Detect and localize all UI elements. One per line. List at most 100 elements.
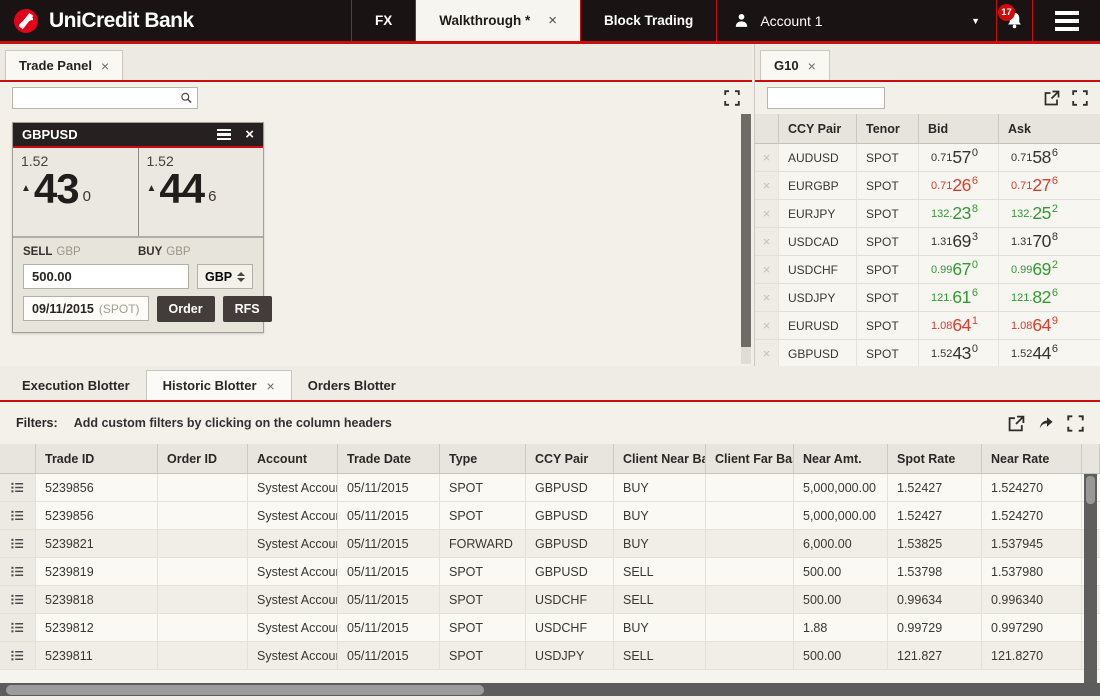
blotter-row[interactable]: 5239819Systest Account05/11/2015SPOTGBPU… xyxy=(0,558,1100,586)
search-input[interactable] xyxy=(768,88,935,108)
column-header-bid[interactable]: Bid xyxy=(919,114,999,143)
quote-row-usdchf[interactable]: ×USDCHFSPOT0.996700.99692 xyxy=(755,256,1100,284)
cell-ccy-pair: USDCHF xyxy=(526,614,614,641)
quote-row-eurgbp[interactable]: ×EURGBPSPOT0.712660.71276 xyxy=(755,172,1100,200)
column-header-order-id[interactable]: Order ID xyxy=(158,444,248,473)
order-button[interactable]: Order xyxy=(157,296,215,322)
blotter-horizontal-scrollbar[interactable] xyxy=(0,683,1100,696)
topbar-tab-fx[interactable]: FX xyxy=(352,0,416,41)
blotter-tab-historic-blotter[interactable]: Historic Blotter× xyxy=(146,370,292,400)
rfs-button[interactable]: RFS xyxy=(223,296,272,322)
ticket-close-icon[interactable]: × xyxy=(245,127,254,142)
trade-panel-scrollbar[interactable] xyxy=(741,114,751,364)
blotter-tabs: Execution BlotterHistoric Blotter×Orders… xyxy=(0,366,1100,402)
pop-out-icon[interactable] xyxy=(1008,415,1025,432)
scrollbar-thumb[interactable] xyxy=(1086,476,1095,504)
blotter-row[interactable]: 5239821Systest Account05/11/2015FORWARDG… xyxy=(0,530,1100,558)
tab-trade-panel[interactable]: Trade Panel × xyxy=(5,50,123,80)
remove-quote-button[interactable]: × xyxy=(755,228,779,255)
tab-g10[interactable]: G10 × xyxy=(760,50,830,80)
fullscreen-icon[interactable] xyxy=(724,90,740,106)
row-menu-button[interactable] xyxy=(0,558,36,585)
bid-fraction: 0 xyxy=(83,188,91,205)
column-header-client-far-base[interactable]: Client Far Base xyxy=(706,444,794,473)
row-menu-button[interactable] xyxy=(0,614,36,641)
remove-quote-button[interactable]: × xyxy=(755,172,779,199)
column-header-trade-id[interactable]: Trade ID xyxy=(36,444,158,473)
remove-quote-button[interactable]: × xyxy=(755,340,779,366)
row-menu-button[interactable] xyxy=(0,502,36,529)
currency-selector[interactable]: GBP xyxy=(197,264,253,289)
quote-row-gbpusd[interactable]: ×GBPUSDSPOT1.524301.52446 xyxy=(755,340,1100,366)
sell-price-tile[interactable]: 1.52 ▲ 43 0 xyxy=(13,148,138,236)
instrument-search[interactable] xyxy=(12,87,198,109)
g10-search[interactable] xyxy=(767,87,885,109)
stepper-icon[interactable] xyxy=(237,272,245,282)
column-header-account[interactable]: Account xyxy=(248,444,338,473)
chevron-down-icon[interactable]: ▼ xyxy=(971,16,980,26)
buy-price-tile[interactable]: 1.52 ▲ 44 6 xyxy=(138,148,264,236)
scrollbar-thumb[interactable] xyxy=(741,114,751,347)
quote-row-eurjpy[interactable]: ×EURJPYSPOT132.238132.252 xyxy=(755,200,1100,228)
remove-quote-button[interactable]: × xyxy=(755,284,779,311)
cell-order-id xyxy=(158,586,248,613)
column-header-trade-date[interactable]: Trade Date xyxy=(338,444,440,473)
account-menu[interactable]: Account 1 ▼ xyxy=(717,0,996,41)
amount-field[interactable] xyxy=(23,264,189,289)
pop-out-icon[interactable] xyxy=(1044,90,1060,106)
close-tab-icon[interactable]: × xyxy=(267,378,275,394)
cell-spot-rate: 121.827 xyxy=(888,642,982,669)
blotter-row[interactable]: 5239812Systest Account05/11/2015SPOTUSDC… xyxy=(0,614,1100,642)
value-date-field[interactable]: 09/11/2015 (SPOT) xyxy=(23,296,149,321)
column-header-near-amt[interactable]: Near Amt. xyxy=(794,444,888,473)
share-icon[interactable] xyxy=(1037,415,1055,431)
remove-quote-button[interactable]: × xyxy=(755,200,779,227)
column-header-ccy-pair[interactable]: CCY Pair xyxy=(526,444,614,473)
close-tab-icon[interactable]: × xyxy=(808,58,816,74)
column-header-ccy-pair[interactable]: CCY Pair xyxy=(779,114,857,143)
topbar-tab-walkthrough[interactable]: Walkthrough *× xyxy=(416,0,581,41)
notifications-button[interactable]: 17 xyxy=(996,0,1032,41)
cell-client-far-base xyxy=(706,530,794,557)
fullscreen-icon[interactable] xyxy=(1072,90,1088,106)
column-header-tenor[interactable]: Tenor xyxy=(857,114,919,143)
row-menu-button[interactable] xyxy=(0,586,36,613)
column-header-near-rate[interactable]: Near Rate xyxy=(982,444,1082,473)
menu-button[interactable] xyxy=(1032,0,1100,41)
ccy-pair-cell: USDCAD xyxy=(779,228,857,255)
cell-ccy-pair: GBPUSD xyxy=(526,474,614,501)
close-tab-icon[interactable]: × xyxy=(101,58,109,74)
fullscreen-icon[interactable] xyxy=(1067,415,1084,432)
quote-row-usdcad[interactable]: ×USDCADSPOT1.316931.31708 xyxy=(755,228,1100,256)
row-menu-button[interactable] xyxy=(0,642,36,669)
remove-quote-button[interactable]: × xyxy=(755,256,779,283)
close-tab-icon[interactable]: × xyxy=(548,12,557,29)
remove-quote-button[interactable]: × xyxy=(755,144,779,171)
quote-row-audusd[interactable]: ×AUDUSDSPOT0.715700.71586 xyxy=(755,144,1100,172)
topbar-tab-block-trading[interactable]: Block Trading xyxy=(581,0,717,41)
blotter-tab-execution-blotter[interactable]: Execution Blotter xyxy=(6,370,146,400)
cell-client-far-base xyxy=(706,502,794,529)
ccy-pair-cell: GBPUSD xyxy=(779,340,857,366)
quote-row-eurusd[interactable]: ×EURUSDSPOT1.086411.08649 xyxy=(755,312,1100,340)
quote-row-usdjpy[interactable]: ×USDJPYSPOT121.616121.826 xyxy=(755,284,1100,312)
blotter-row[interactable]: 5239818Systest Account05/11/2015SPOTUSDC… xyxy=(0,586,1100,614)
column-header-type[interactable]: Type xyxy=(440,444,526,473)
column-header-ask[interactable]: Ask xyxy=(999,114,1100,143)
search-input[interactable] xyxy=(13,88,180,108)
blotter-row[interactable]: 5239811Systest Account05/11/2015SPOTUSDJ… xyxy=(0,642,1100,670)
blotter-vertical-scrollbar[interactable] xyxy=(1084,474,1097,683)
notification-badge: 17 xyxy=(998,4,1015,21)
blotter-row[interactable]: 5239856Systest Account05/11/2015SPOTGBPU… xyxy=(0,474,1100,502)
column-header-spot-rate[interactable]: Spot Rate xyxy=(888,444,982,473)
scrollbar-thumb[interactable] xyxy=(6,685,484,695)
remove-quote-button[interactable]: × xyxy=(755,312,779,339)
blotter-tab-orders-blotter[interactable]: Orders Blotter xyxy=(292,370,412,400)
ticket-menu-icon[interactable] xyxy=(217,129,231,141)
row-menu-button[interactable] xyxy=(0,474,36,501)
cell-spot-rate: 0.99634 xyxy=(888,586,982,613)
blotter-row[interactable]: 5239856Systest Account05/11/2015SPOTGBPU… xyxy=(0,502,1100,530)
cell-spot-rate: 1.53798 xyxy=(888,558,982,585)
column-header-client-near-bas[interactable]: Client Near Bas xyxy=(614,444,706,473)
row-menu-button[interactable] xyxy=(0,530,36,557)
